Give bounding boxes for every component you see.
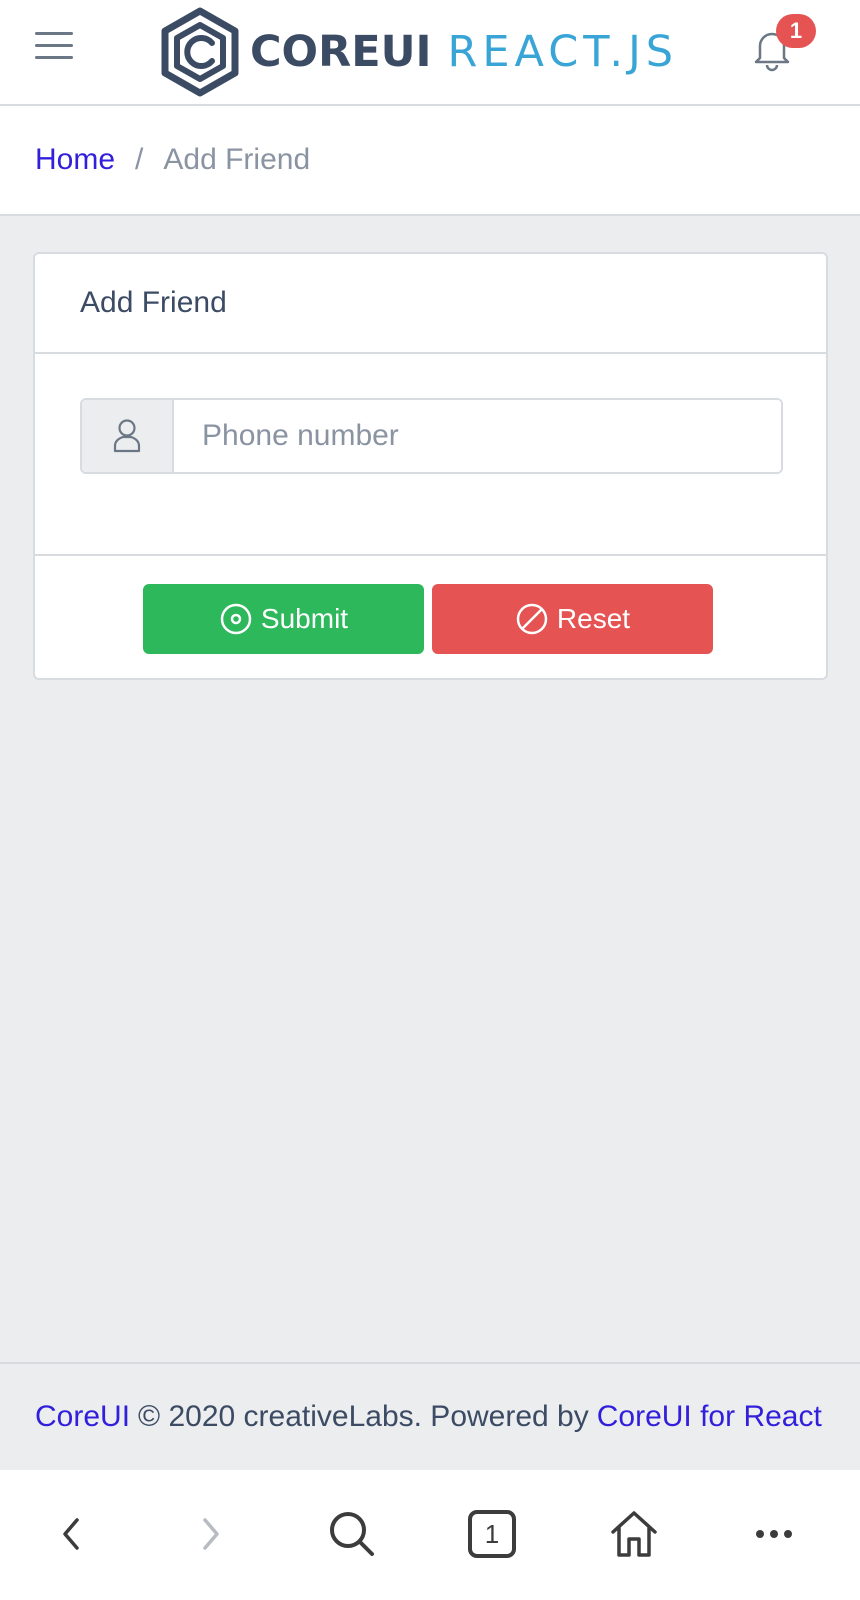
ban-icon <box>516 603 548 635</box>
brand-logo[interactable]: COREUI REACT.JS <box>160 4 678 100</box>
app-header: COREUI REACT.JS 1 <box>0 0 860 106</box>
forward-icon[interactable] <box>180 1504 240 1564</box>
app-footer: CoreUI © 2020 creativeLabs. Powered by C… <box>0 1362 860 1470</box>
hamburger-menu-icon[interactable] <box>32 28 76 68</box>
back-icon[interactable] <box>42 1504 102 1564</box>
submit-label: Submit <box>260 603 349 634</box>
footer-coreui-react-link[interactable]: CoreUI for React <box>597 1400 822 1434</box>
breadcrumb: Home / Add Friend <box>0 106 860 216</box>
more-icon[interactable] <box>744 1504 804 1564</box>
tabs-icon[interactable]: 1 <box>462 1504 522 1564</box>
submit-button[interactable]: Submit <box>143 584 424 654</box>
browser-toolbar: 1 <box>0 1470 860 1600</box>
tab-count: 1 <box>468 1510 516 1558</box>
card-footer: Submit Reset <box>35 556 826 678</box>
input-prepend <box>82 400 174 472</box>
notification-badge: 1 <box>776 14 816 48</box>
add-friend-card: Add Friend Submit Reset <box>33 252 828 680</box>
card-title: Add Friend <box>35 254 826 354</box>
reset-button[interactable]: Reset <box>432 584 713 654</box>
logo-reactjs-text: REACT.JS <box>447 27 679 77</box>
card-body <box>35 354 826 556</box>
breadcrumb-current: Add Friend <box>163 143 311 176</box>
home-icon[interactable] <box>604 1504 664 1564</box>
user-icon <box>113 419 141 453</box>
footer-coreui-link[interactable]: CoreUI <box>35 1400 130 1434</box>
reset-label: Reset <box>556 603 631 634</box>
logo-coreui-text: COREUI <box>250 27 432 77</box>
coreui-hexagon-icon <box>161 7 239 97</box>
phone-number-input[interactable] <box>174 400 781 472</box>
phone-input-group <box>80 398 783 474</box>
submit-circle-icon <box>220 603 252 635</box>
breadcrumb-home-link[interactable]: Home <box>35 143 115 177</box>
search-icon[interactable] <box>322 1504 382 1564</box>
footer-text: © 2020 creativeLabs. Powered by <box>138 1400 589 1433</box>
breadcrumb-separator: / <box>135 143 144 176</box>
